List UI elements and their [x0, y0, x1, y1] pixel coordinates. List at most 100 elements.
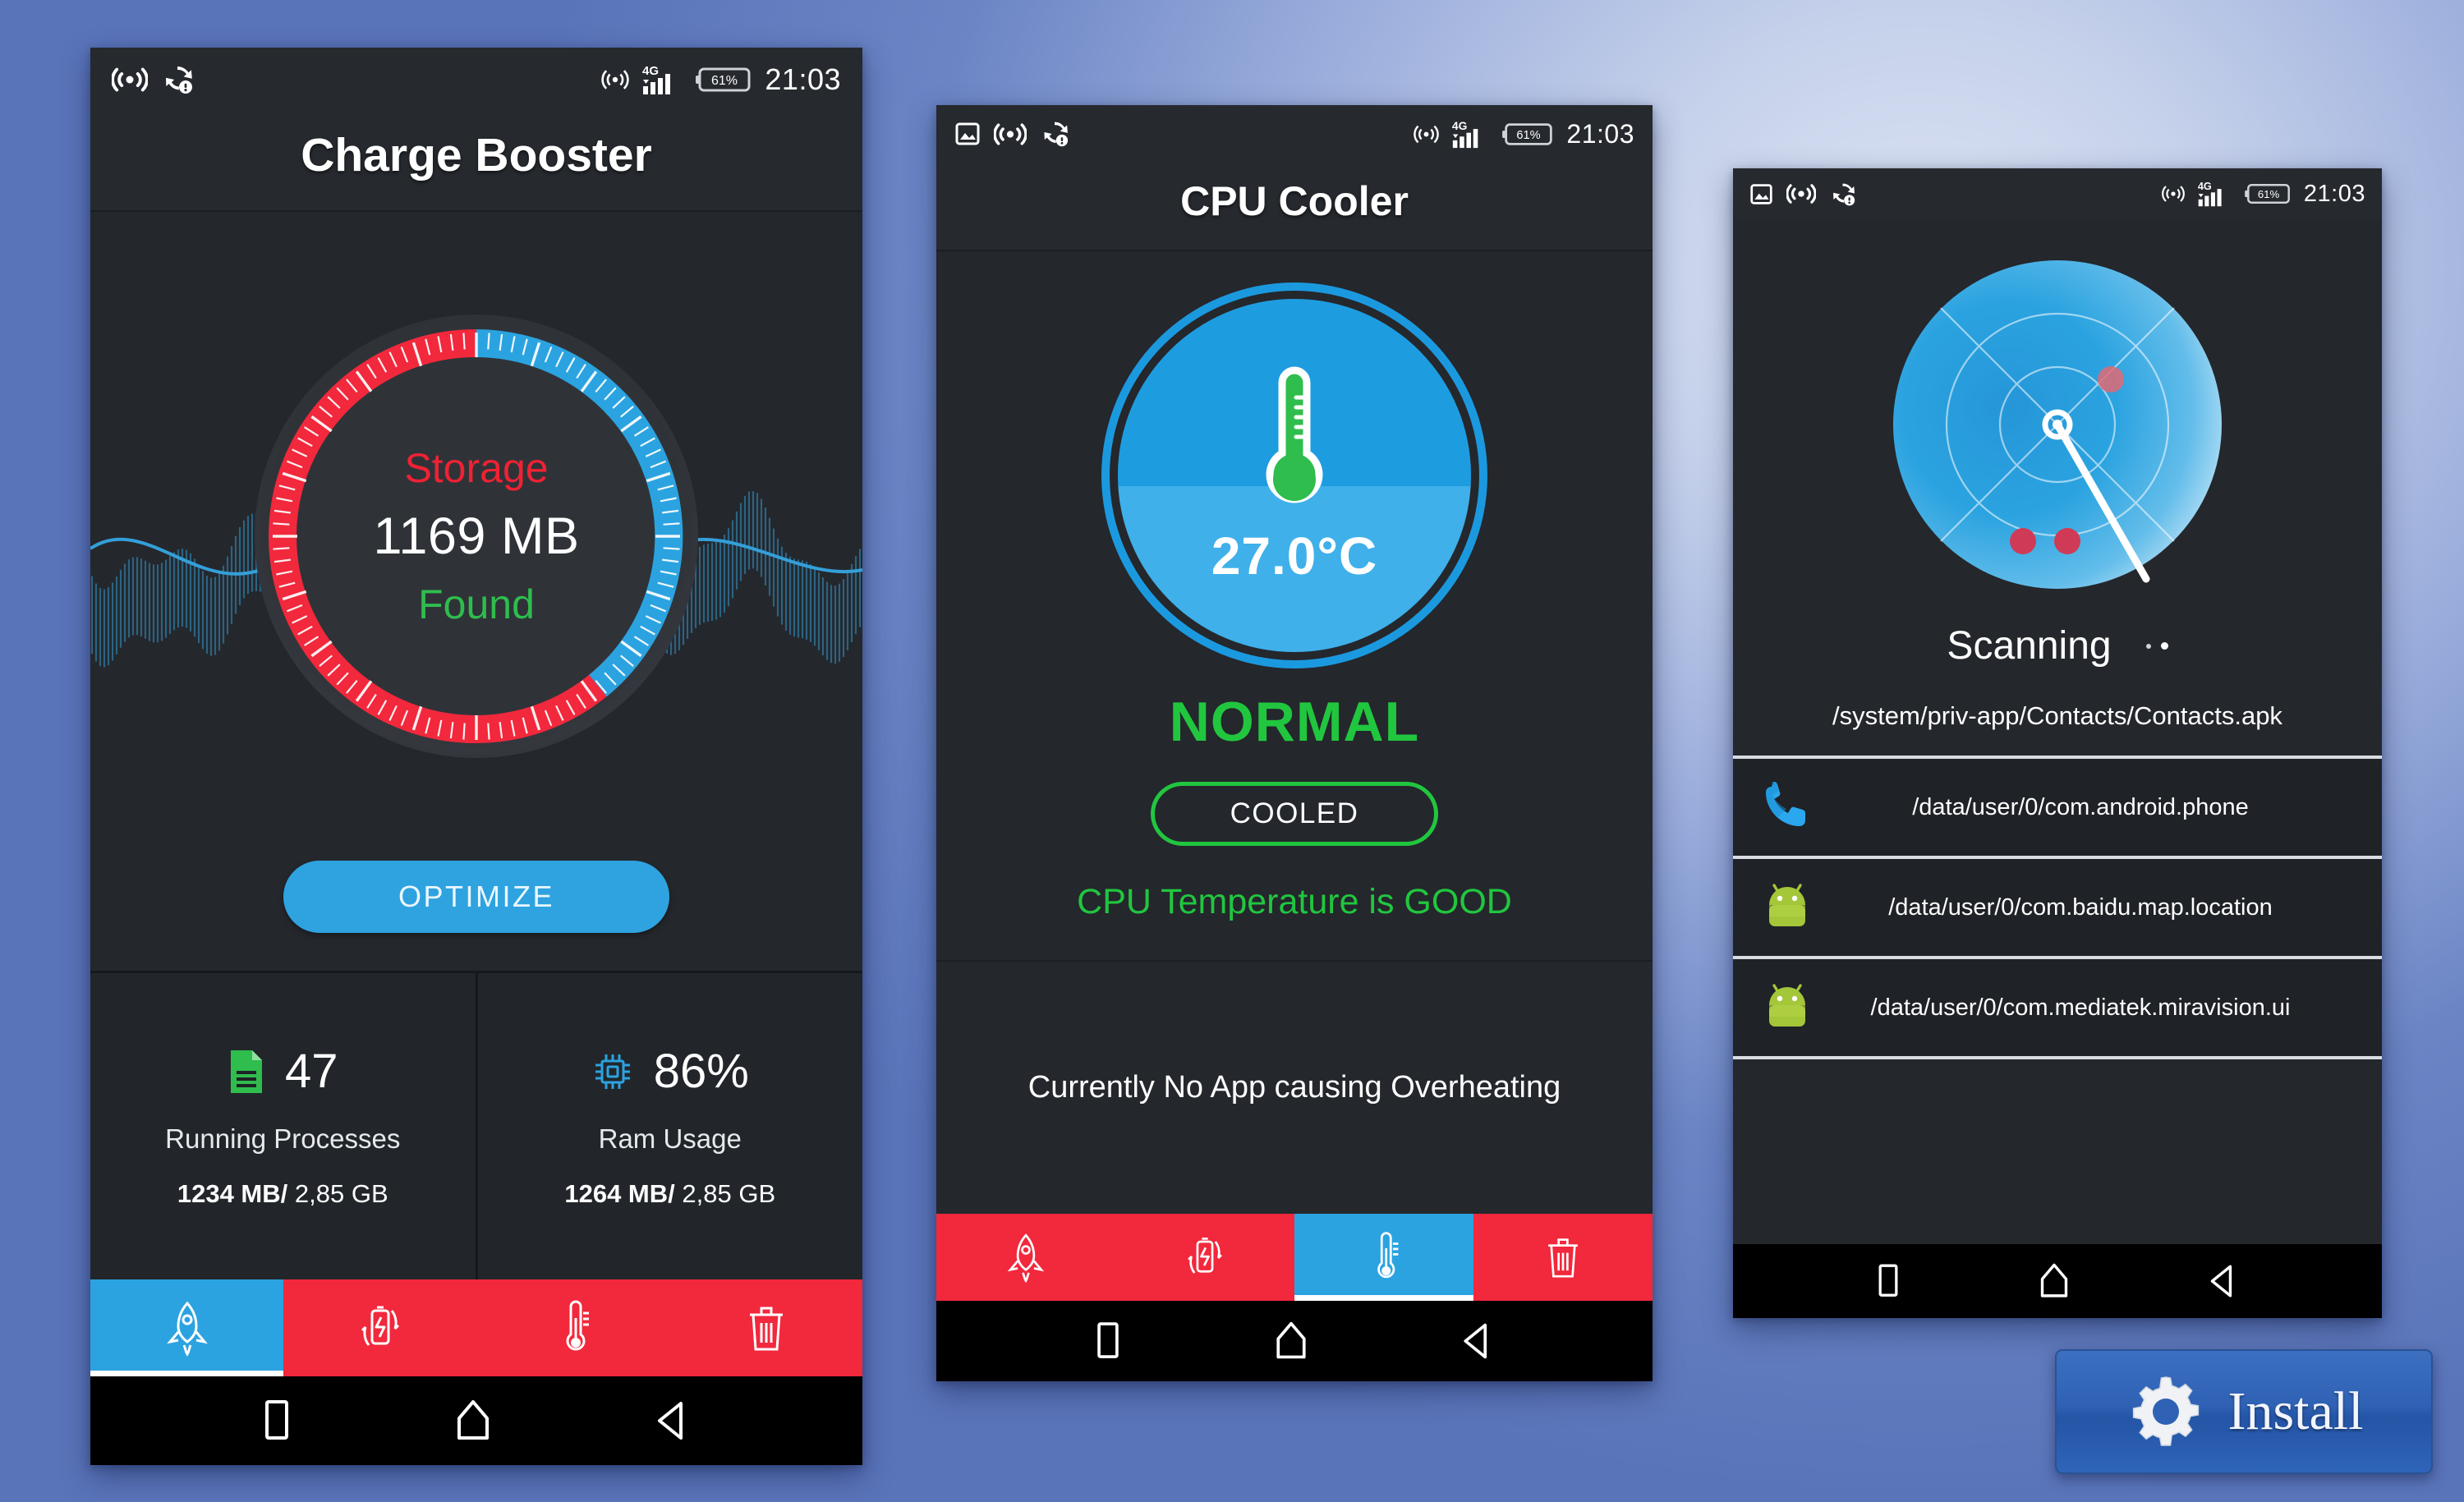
empty-space — [1733, 1059, 2382, 1244]
gauge-text-stack: Storage 1169 MB Found — [255, 315, 698, 758]
sidebar-item-boost[interactable] — [936, 1214, 1115, 1301]
radar-scanner — [1893, 260, 2222, 589]
stat-label: Ram Usage — [598, 1123, 742, 1154]
loading-dot — [2145, 643, 2151, 649]
stat-value-row: 86% — [591, 1044, 749, 1099]
battery-percent-text: 61% — [1517, 128, 1541, 141]
scanning-label: Scanning — [1947, 624, 2112, 668]
signal-4g-icon: 4G — [1452, 119, 1478, 148]
svg-text:4G: 4G — [642, 64, 659, 78]
android-robot-icon — [1769, 884, 1805, 926]
page-title: CPU Cooler — [1180, 178, 1409, 224]
stats-row: 47 Running Processes 1234 MB/ 2,85 GB 86… — [90, 971, 862, 1279]
android-nav-bar — [1733, 1244, 2382, 1318]
temperature-status: NORMAL — [1169, 691, 1420, 753]
battery-percent-text: 61% — [711, 74, 738, 88]
gauge-top-label: Storage — [404, 445, 549, 491]
sidebar-item-cpu-cooler[interactable] — [1294, 1214, 1473, 1301]
back-button[interactable] — [651, 1397, 694, 1445]
battery-recycle-icon — [1188, 1237, 1222, 1274]
phone-cpu-cooler: 4G 61% 21:03 CPU Cooler 27.0°C NORMAL CO… — [936, 105, 1653, 1381]
wifi-cast-icon — [1786, 184, 1816, 204]
sync-error-icon — [1044, 122, 1069, 147]
radar-blip — [2054, 528, 2080, 554]
screenshot-icon — [955, 122, 980, 145]
status-bar: 4G 61% 21:03 — [1733, 168, 2382, 219]
rocket-icon — [1007, 1233, 1045, 1284]
sidebar-item-cleaner[interactable] — [669, 1279, 862, 1376]
temperature-dial: 27.0°C — [1118, 299, 1471, 652]
sidebar-item-battery[interactable] — [283, 1279, 476, 1376]
gauge-value: 1169 MB — [373, 508, 580, 565]
home-button[interactable] — [1271, 1319, 1312, 1363]
stat-sub-rest: 2,85 GB — [674, 1179, 776, 1208]
list-item[interactable]: /data/user/0/com.android.phone — [1733, 756, 2382, 856]
sidebar-item-battery[interactable] — [1115, 1214, 1294, 1301]
signal-4g-icon: 4G — [642, 64, 671, 94]
stat-value: 47 — [284, 1045, 338, 1098]
status-bar-clock: 21:03 — [1566, 118, 1634, 149]
thermometer-icon — [1377, 1232, 1399, 1279]
file-icon-cell — [1748, 782, 1827, 833]
scanned-file-list: /data/user/0/com.android.phone /data/use… — [1733, 756, 2382, 1059]
battery-icon: 61% — [1502, 122, 1553, 145]
optimize-button[interactable]: OPTIMIZE — [283, 861, 669, 933]
phone-charge-booster: 4G 61% 21:03 Charge Booster Storage 1169… — [90, 48, 862, 1465]
file-icon-cell — [1748, 882, 1827, 933]
status-bar-right-icons: 4G 61% 21:03 — [2161, 180, 2365, 208]
back-button[interactable] — [2205, 1261, 2241, 1302]
back-button[interactable] — [1458, 1319, 1497, 1363]
recents-button[interactable] — [1873, 1261, 1903, 1302]
overheating-apps-panel: Currently No App causing Overheating — [936, 962, 1653, 1214]
home-button[interactable] — [451, 1397, 495, 1445]
cpu-temperature-panel: 27.0°C NORMAL COOLED CPU Temperature is … — [936, 251, 1653, 960]
android-nav-bar — [936, 1301, 1653, 1381]
status-bar-right-icons: 4G 61% 21:03 — [600, 62, 841, 97]
install-button[interactable]: Install — [2055, 1349, 2433, 1474]
sync-error-icon — [1833, 182, 1855, 205]
wifi-cast-icon — [112, 67, 148, 92]
recents-button[interactable] — [1092, 1319, 1124, 1363]
stat-value-row: 47 — [228, 1044, 338, 1099]
trash-icon — [749, 1307, 783, 1351]
sidebar-item-cleaner[interactable] — [1473, 1214, 1653, 1301]
status-bar-left-icons — [954, 120, 1069, 148]
list-item[interactable]: /data/user/0/com.mediatek.miravision.ui — [1733, 956, 2382, 1056]
recents-button[interactable] — [259, 1397, 295, 1445]
temperature-message: CPU Temperature is GOOD — [1077, 882, 1512, 921]
battery-recycle-icon — [361, 1306, 399, 1346]
cpu-chip-icon — [595, 1054, 630, 1089]
hotspot-icon — [601, 70, 630, 90]
thermometer-icon — [566, 1300, 589, 1351]
gear-icon — [2132, 1376, 2199, 1446]
trash-icon — [1548, 1238, 1578, 1278]
phone-dialer-icon — [1766, 782, 1805, 826]
home-button[interactable] — [2035, 1261, 2073, 1302]
status-bar-left-icons — [1749, 181, 1856, 207]
battery-icon: 61% — [2245, 184, 2290, 204]
wifi-cast-icon — [994, 122, 1027, 145]
sidebar-item-cpu-cooler[interactable] — [476, 1279, 669, 1376]
battery-icon: 61% — [696, 67, 751, 92]
app-tab-bar — [936, 1214, 1653, 1301]
sync-error-icon — [166, 67, 192, 94]
signal-4g-icon: 4G — [2198, 181, 2222, 207]
cooled-badge[interactable]: COOLED — [1151, 782, 1438, 846]
storage-gauge: Storage 1169 MB Found — [255, 315, 698, 758]
overheating-status-text: Currently No App causing Overheating — [1027, 1070, 1561, 1105]
storage-gauge-panel: Storage 1169 MB Found — [90, 212, 862, 861]
status-bar-clock: 21:03 — [2303, 180, 2365, 207]
current-scan-path: /system/priv-app/Contacts/Contacts.apk — [1733, 673, 2382, 756]
radar-blip — [2010, 528, 2036, 554]
document-icon — [230, 1050, 262, 1093]
stat-value: 86% — [653, 1045, 749, 1098]
stat-sub: 1234 MB/ 2,85 GB — [177, 1179, 388, 1209]
sidebar-item-boost[interactable] — [90, 1279, 283, 1376]
hotspot-icon — [1414, 125, 1440, 143]
svg-text:4G: 4G — [1452, 119, 1467, 132]
hotspot-icon — [2162, 186, 2185, 202]
status-bar-clock: 21:03 — [765, 62, 841, 96]
list-item[interactable]: /data/user/0/com.baidu.map.location — [1733, 856, 2382, 956]
status-bar: 4G 61% 21:03 — [936, 105, 1653, 163]
radar-panel — [1733, 219, 2382, 602]
